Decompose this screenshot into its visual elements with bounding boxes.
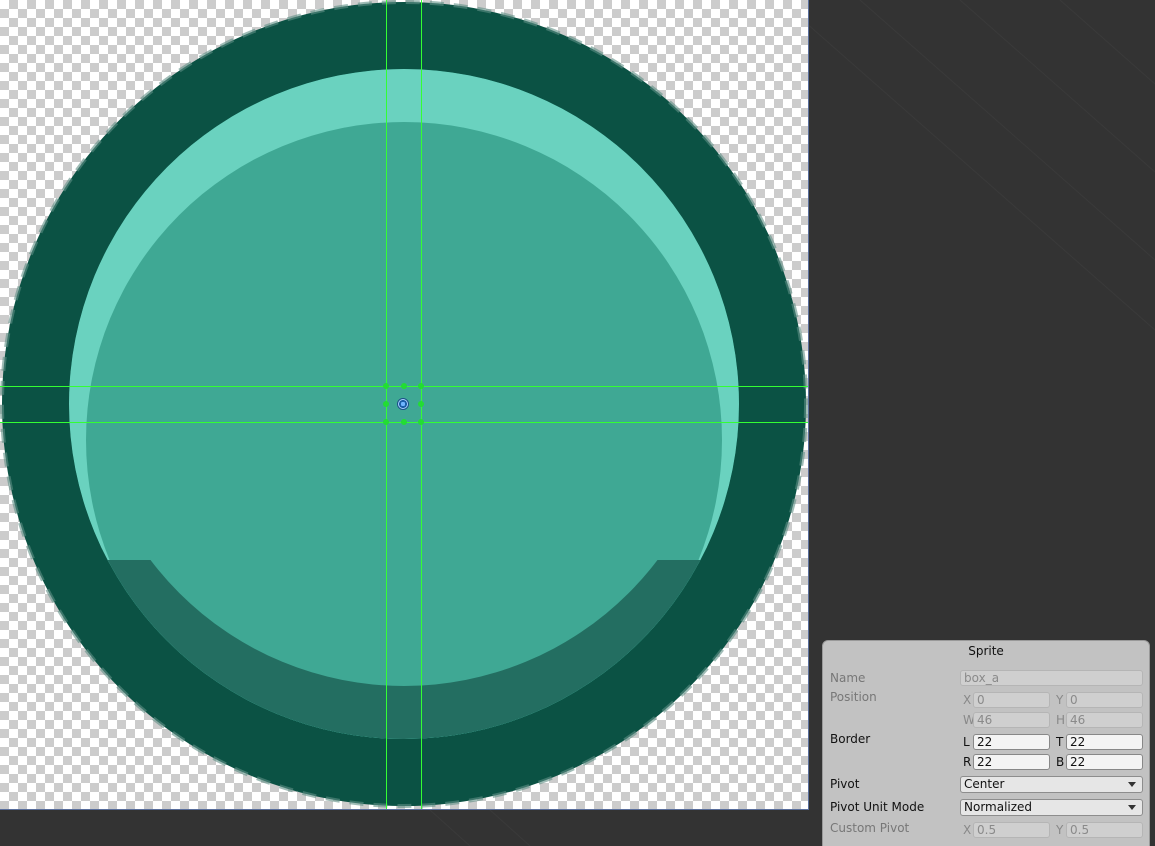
sprite-editor: Sprite Name box_a Position X 0 Y 0 W 46 … (0, 0, 1155, 846)
dropdown-arrow-icon (1128, 782, 1136, 787)
handle-left[interactable] (383, 401, 389, 407)
border-right-field[interactable]: 22 (973, 754, 1050, 770)
handle-bottom-right[interactable] (418, 419, 424, 425)
sprite-canvas[interactable] (0, 0, 809, 810)
handle-top-right[interactable] (418, 383, 424, 389)
border-l-label: L (963, 735, 970, 749)
pivot-unit-mode-value: Normalized (964, 800, 1033, 814)
handle-top[interactable] (401, 383, 407, 389)
pivot-value: Center (964, 777, 1005, 791)
dropdown-arrow-icon (1128, 805, 1136, 810)
custom-pivot-y-label: Y (1056, 823, 1064, 837)
handle-bottom[interactable] (401, 419, 407, 425)
panel-title: Sprite (968, 644, 1004, 658)
border-bottom-field[interactable]: 22 (1066, 754, 1143, 770)
custom-pivot-x-field: 0.5 (973, 822, 1050, 838)
border-top-field[interactable]: 22 (1066, 734, 1143, 750)
handle-bottom-left[interactable] (383, 419, 389, 425)
pivot-dropdown[interactable]: Center (960, 776, 1143, 793)
custom-pivot-label: Custom Pivot (830, 821, 910, 835)
position-x-field: 0 (973, 692, 1050, 708)
position-h-label: H (1056, 713, 1066, 727)
border-left-field[interactable]: 22 (973, 734, 1050, 750)
border-t-label: T (1056, 735, 1064, 749)
sprite-panel: Sprite Name box_a Position X 0 Y 0 W 46 … (822, 640, 1150, 846)
name-label: Name (830, 671, 866, 685)
pivot-unit-mode-label: Pivot Unit Mode (830, 800, 925, 814)
custom-pivot-y-field: 0.5 (1066, 822, 1143, 838)
handle-right[interactable] (418, 401, 424, 407)
name-field: box_a (960, 670, 1143, 686)
custom-pivot-x-label: X (963, 823, 972, 837)
position-w-field: 46 (973, 712, 1050, 728)
position-y-field: 0 (1066, 692, 1143, 708)
pivot-label: Pivot (830, 777, 860, 791)
position-h-field: 46 (1066, 712, 1143, 728)
border-b-label: B (1056, 755, 1065, 769)
position-label: Position (830, 690, 877, 704)
position-x-label: X (963, 693, 972, 707)
pivot-unit-mode-dropdown[interactable]: Normalized (960, 799, 1143, 816)
border-label: Border (830, 732, 871, 746)
position-y-label: Y (1056, 693, 1064, 707)
pivot-handle-icon[interactable] (397, 398, 409, 410)
handle-top-left[interactable] (383, 383, 389, 389)
border-r-label: R (963, 755, 972, 769)
